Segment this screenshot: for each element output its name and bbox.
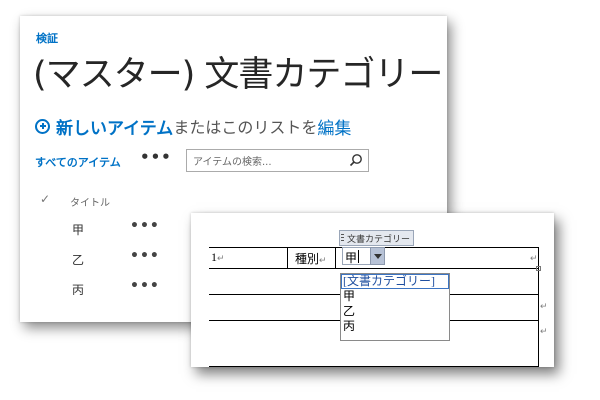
- item-menu-ellipsis[interactable]: •••: [130, 218, 160, 234]
- list-item[interactable]: 乙 •••: [20, 248, 220, 271]
- item-menu-ellipsis[interactable]: •••: [130, 278, 160, 294]
- search-input[interactable]: [187, 152, 343, 173]
- item-title[interactable]: 乙: [72, 251, 84, 268]
- text-cursor: [358, 250, 359, 263]
- dropdown-option[interactable]: 甲: [341, 289, 449, 304]
- page-title: (マスター) 文書カテゴリー: [33, 55, 443, 95]
- item-title[interactable]: 丙: [72, 281, 84, 298]
- drag-grip-icon[interactable]: [341, 233, 344, 243]
- item-menu-ellipsis[interactable]: •••: [130, 248, 160, 264]
- paragraph-mark-icon: ↵: [540, 301, 548, 311]
- paragraph-mark-icon: ↵: [540, 326, 548, 336]
- paragraph-mark-icon: ↵: [530, 253, 538, 263]
- or-edit-text: またはこのリストを: [173, 118, 318, 137]
- table-border: [209, 366, 539, 367]
- content-control-tag[interactable]: 文書カテゴリー: [339, 230, 415, 246]
- table-cell-number[interactable]: 1↵: [211, 250, 225, 265]
- table-border: [335, 247, 336, 269]
- dropdown-current-value: 甲: [345, 251, 358, 265]
- cell-type-text: 種別: [295, 252, 320, 266]
- paragraph-mark-icon: ↵: [319, 255, 327, 265]
- table-border: [209, 268, 539, 269]
- word-document-panel: 文書カテゴリー 1↵ 種別↵ 甲 ↵ ↵ ↵ [文書カテゴリー] 甲 乙 丙: [191, 213, 554, 367]
- breadcrumb[interactable]: 検証: [36, 30, 58, 46]
- search-box[interactable]: [186, 149, 369, 173]
- select-all-check-icon[interactable]: ✓: [40, 192, 50, 206]
- paragraph-mark-icon: ↵: [217, 253, 225, 263]
- new-item-bar: 新しいアイテム またはこのリストを 編集: [35, 114, 351, 139]
- add-circle-icon[interactable]: [35, 118, 50, 134]
- dropdown-arrow-button[interactable]: [370, 247, 385, 265]
- dropdown-option[interactable]: [文書カテゴリー]: [341, 274, 449, 289]
- column-header-title[interactable]: タイトル: [70, 194, 110, 209]
- dropdown-option[interactable]: 乙: [341, 304, 449, 319]
- list-item[interactable]: 丙 •••: [20, 278, 220, 301]
- list-item[interactable]: 甲 •••: [20, 218, 220, 241]
- table-border: [538, 247, 539, 367]
- search-icon[interactable]: [349, 153, 363, 167]
- dropdown-list: [文書カテゴリー] 甲 乙 丙: [340, 273, 450, 341]
- content-control-title: 文書カテゴリー: [347, 234, 411, 245]
- table-border: [287, 247, 288, 269]
- edit-list-link[interactable]: 編集: [317, 114, 351, 139]
- view-more-ellipsis[interactable]: •••: [140, 148, 172, 166]
- item-title[interactable]: 甲: [72, 221, 84, 238]
- new-item-link[interactable]: 新しいアイテム: [56, 114, 173, 139]
- view-all-items[interactable]: すべてのアイテム: [35, 154, 121, 170]
- table-resize-handle[interactable]: [536, 266, 541, 271]
- dropdown-option[interactable]: 丙: [341, 319, 449, 334]
- table-cell-type[interactable]: 種別↵: [295, 250, 327, 267]
